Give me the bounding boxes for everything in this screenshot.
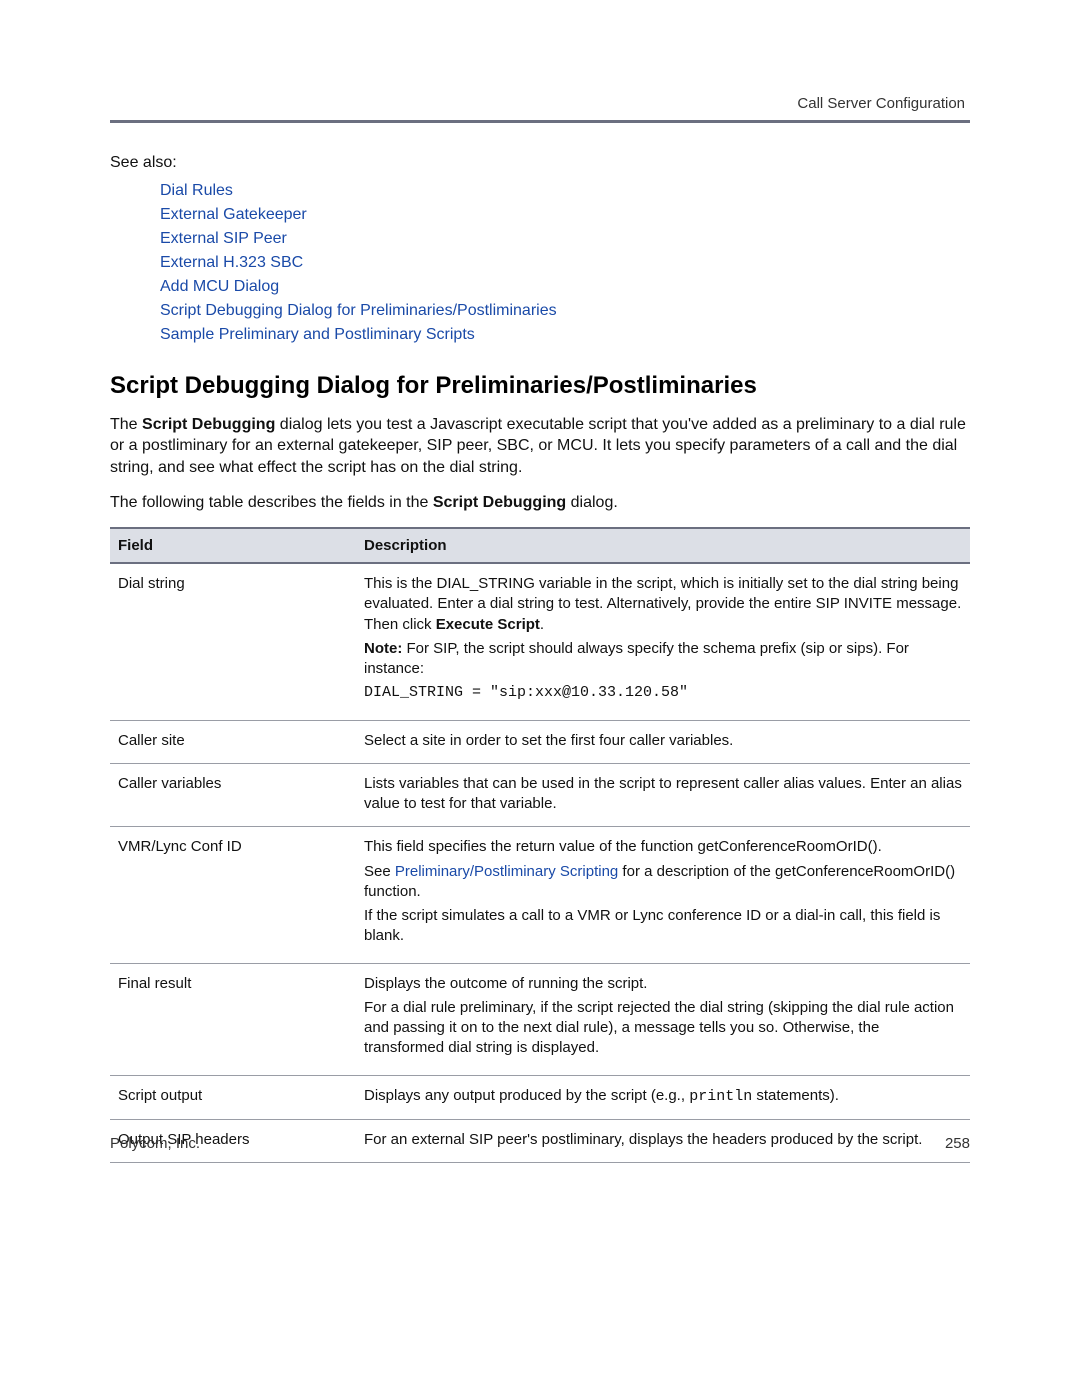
cell-desc: Displays the outcome of running the scri… xyxy=(356,963,970,1075)
r4-d2: For a dial rule preliminary, if the scri… xyxy=(364,998,962,1059)
link-external-h323-sbc[interactable]: External H.323 SBC xyxy=(160,254,970,272)
footer-left: Polycom, Inc. xyxy=(110,1135,200,1152)
r0-d3: DIAL_STRING = "sip:xxx@10.33.120.58" xyxy=(364,683,962,703)
p2-b: Script Debugging xyxy=(433,494,566,511)
cell-desc: Displays any output produced by the scri… xyxy=(356,1075,970,1119)
link-add-mcu-dialog[interactable]: Add MCU Dialog xyxy=(160,278,970,296)
table-row: Caller site Select a site in order to se… xyxy=(110,720,970,763)
cell-field: Script output xyxy=(110,1075,356,1119)
cell-desc: Lists variables that can be used in the … xyxy=(356,763,970,827)
r5-d1b: statements). xyxy=(752,1087,839,1104)
r5-d1m: println xyxy=(689,1088,752,1105)
th-field: Field xyxy=(110,528,356,563)
r0-d2a: Note: xyxy=(364,640,402,657)
table-row: Dial string This is the DIAL_STRING vari… xyxy=(110,563,970,720)
p2-c: dialog. xyxy=(566,494,618,511)
header-rule xyxy=(110,120,970,123)
link-sample-scripts[interactable]: Sample Preliminary and Postliminary Scri… xyxy=(160,326,970,344)
header-right: Call Server Configuration xyxy=(797,95,965,112)
cell-field: Caller variables xyxy=(110,763,356,827)
cell-desc: This is the DIAL_STRING variable in the … xyxy=(356,563,970,720)
page: Call Server Configuration See also: Dial… xyxy=(0,0,1080,1397)
r3-d3: If the script simulates a call to a VMR … xyxy=(364,906,962,947)
p1-a: The xyxy=(110,416,142,433)
cell-field: VMR/Lync Conf ID xyxy=(110,827,356,963)
r0-d1b: Execute Script xyxy=(436,616,540,633)
p2-a: The following table describes the fields… xyxy=(110,494,433,511)
table-row: VMR/Lync Conf ID This field specifies th… xyxy=(110,827,970,963)
cell-desc: This field specifies the return value of… xyxy=(356,827,970,963)
link-external-sip-peer[interactable]: External SIP Peer xyxy=(160,230,970,248)
section-title: Script Debugging Dialog for Preliminarie… xyxy=(110,372,970,400)
table-row: Final result Displays the outcome of run… xyxy=(110,963,970,1075)
footer-page-number: 258 xyxy=(945,1135,970,1152)
th-description: Description xyxy=(356,528,970,563)
paragraph-2: The following table describes the fields… xyxy=(110,492,970,513)
footer: Polycom, Inc. 258 xyxy=(110,1135,970,1152)
r3-d1: This field specifies the return value of… xyxy=(364,837,962,857)
r3-d2a: See xyxy=(364,863,395,880)
cell-field: Dial string xyxy=(110,563,356,720)
paragraph-1: The Script Debugging dialog lets you tes… xyxy=(110,414,970,478)
link-script-debugging[interactable]: Script Debugging Dialog for Preliminarie… xyxy=(160,302,970,320)
see-also-label: See also: xyxy=(110,154,970,172)
link-dial-rules[interactable]: Dial Rules xyxy=(160,182,970,200)
link-prelim-postlim-scripting[interactable]: Preliminary/Postliminary Scripting xyxy=(395,863,618,880)
r0-d1c: . xyxy=(540,616,544,633)
r0-d2b: For SIP, the script should always specif… xyxy=(364,640,909,677)
r4-d1: Displays the outcome of running the scri… xyxy=(364,974,962,994)
cell-field: Final result xyxy=(110,963,356,1075)
r5-d1a: Displays any output produced by the scri… xyxy=(364,1087,689,1104)
content: See also: Dial Rules External Gatekeeper… xyxy=(110,154,970,1163)
see-also-list: Dial Rules External Gatekeeper External … xyxy=(110,182,970,344)
cell-field: Caller site xyxy=(110,720,356,763)
table-row: Caller variables Lists variables that ca… xyxy=(110,763,970,827)
p1-b: Script Debugging xyxy=(142,416,275,433)
cell-desc: Select a site in order to set the first … xyxy=(356,720,970,763)
table-row: Script output Displays any output produc… xyxy=(110,1075,970,1119)
link-external-gatekeeper[interactable]: External Gatekeeper xyxy=(160,206,970,224)
fields-table: Field Description Dial string This is th… xyxy=(110,527,970,1163)
